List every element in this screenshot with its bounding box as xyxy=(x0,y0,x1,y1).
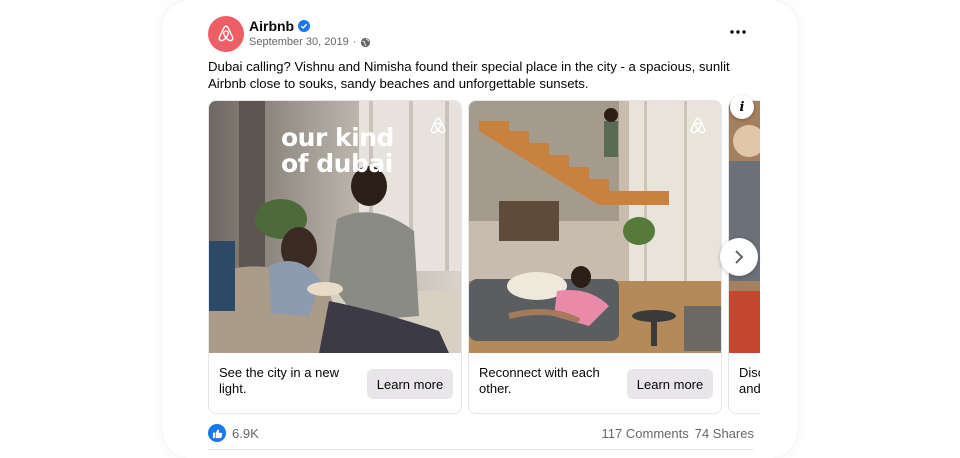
airbnb-avatar[interactable] xyxy=(208,16,244,52)
carousel-caption-line-2: and xyxy=(739,381,760,396)
carousel-cta-area: Reconnect with each other. Learn more xyxy=(469,353,721,413)
airbnb-watermark-icon xyxy=(430,117,446,134)
overlay-line-1: our kind xyxy=(281,123,394,152)
carousel-photo-market[interactable] xyxy=(729,101,760,353)
like-reaction-icon[interactable] xyxy=(208,424,226,442)
carousel-caption-line-1: Disc xyxy=(739,365,760,380)
carousel-photo-couple-bed[interactable]: our kind of dubai xyxy=(209,101,461,353)
carousel-card-2[interactable]: Reconnect with each other. Learn more xyxy=(468,100,722,414)
carousel-card-1[interactable]: our kind of dubai See the city in a new … xyxy=(208,100,462,414)
airbnb-watermark-icon xyxy=(690,117,706,134)
author-name[interactable]: Airbnb xyxy=(249,18,294,34)
author-row: Airbnb xyxy=(249,18,311,34)
chevron-right-icon xyxy=(735,250,744,264)
post-footer: 6.9K 117 Comments 74 Shares xyxy=(208,424,754,444)
carousel-photo-living-room[interactable] xyxy=(469,101,721,353)
post-date[interactable]: September 30, 2019 xyxy=(249,36,349,48)
slide-overlay-text: our kind of dubai xyxy=(281,125,394,177)
overlay-line-2: of dubai xyxy=(281,149,393,178)
carousel-caption: Disc and xyxy=(739,365,760,397)
ad-carousel: our kind of dubai See the city in a new … xyxy=(208,100,760,414)
footer-divider xyxy=(208,449,754,450)
shares-count[interactable]: 74 Shares xyxy=(695,426,754,441)
learn-more-button[interactable]: Learn more xyxy=(367,369,453,399)
likes-count[interactable]: 6.9K xyxy=(232,426,259,441)
thumbs-up-icon xyxy=(212,428,222,438)
post-meta: September 30, 2019 · xyxy=(249,36,371,48)
more-options-button[interactable] xyxy=(728,22,748,42)
airbnb-logo-icon xyxy=(218,25,234,42)
carousel-cta-area: Disc and xyxy=(729,353,760,413)
ad-post-card: Airbnb September 30, 2019 · Dubai callin… xyxy=(162,0,798,458)
more-dots-icon xyxy=(730,30,746,34)
market-illustration xyxy=(729,101,760,353)
ad-info-button[interactable]: i xyxy=(730,95,754,119)
comments-count[interactable]: 117 Comments xyxy=(602,426,689,441)
learn-more-button[interactable]: Learn more xyxy=(627,369,713,399)
carousel-cta-area: See the city in a new light. Learn more xyxy=(209,353,461,413)
meta-separator: · xyxy=(352,36,357,48)
globe-icon xyxy=(361,37,371,47)
verified-badge-icon xyxy=(298,20,311,32)
post-text: Dubai calling? Vishnu and Nimisha found … xyxy=(208,59,730,91)
carousel-caption: Reconnect with each other. xyxy=(479,365,600,396)
living-room-illustration xyxy=(469,101,721,353)
carousel-caption: See the city in a new light. xyxy=(219,365,339,396)
engagement-stats: 117 Comments 74 Shares xyxy=(602,426,754,441)
carousel-next-button[interactable] xyxy=(720,238,758,276)
